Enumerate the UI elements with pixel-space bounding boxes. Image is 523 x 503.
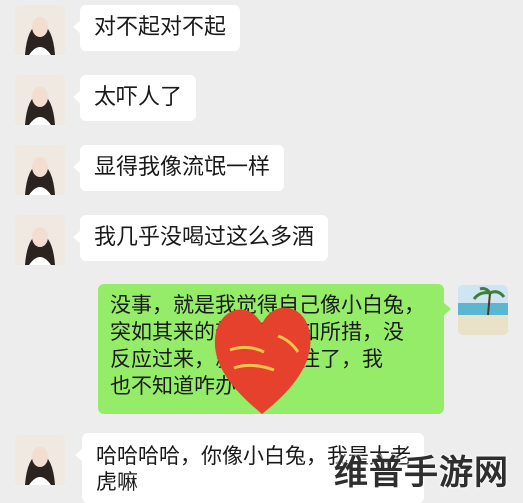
message-text: 我几乎没喝过这么多酒 xyxy=(94,225,315,250)
message-bubble[interactable]: 我几乎没喝过这么多酒 xyxy=(72,215,329,261)
message-bubble[interactable]: 对不起对不起 xyxy=(72,5,241,51)
watermark-text: 维普手游网 xyxy=(334,453,509,493)
message-text: 太吓人了 xyxy=(94,85,183,110)
heart-sticker-icon xyxy=(214,307,311,414)
contact-avatar[interactable] xyxy=(15,5,65,55)
contact-avatar[interactable] xyxy=(15,435,65,485)
contact-avatar[interactable] xyxy=(15,145,65,195)
message-bubble[interactable]: 显得我像流氓一样 xyxy=(72,145,285,191)
message-bubble[interactable]: 太吓人了 xyxy=(72,75,197,121)
contact-avatar[interactable] xyxy=(15,75,65,125)
my-avatar[interactable] xyxy=(458,285,508,335)
message-text: 对不起对不起 xyxy=(94,15,227,40)
contact-avatar[interactable] xyxy=(15,215,65,265)
message-text: 显得我像流氓一样 xyxy=(94,155,271,180)
